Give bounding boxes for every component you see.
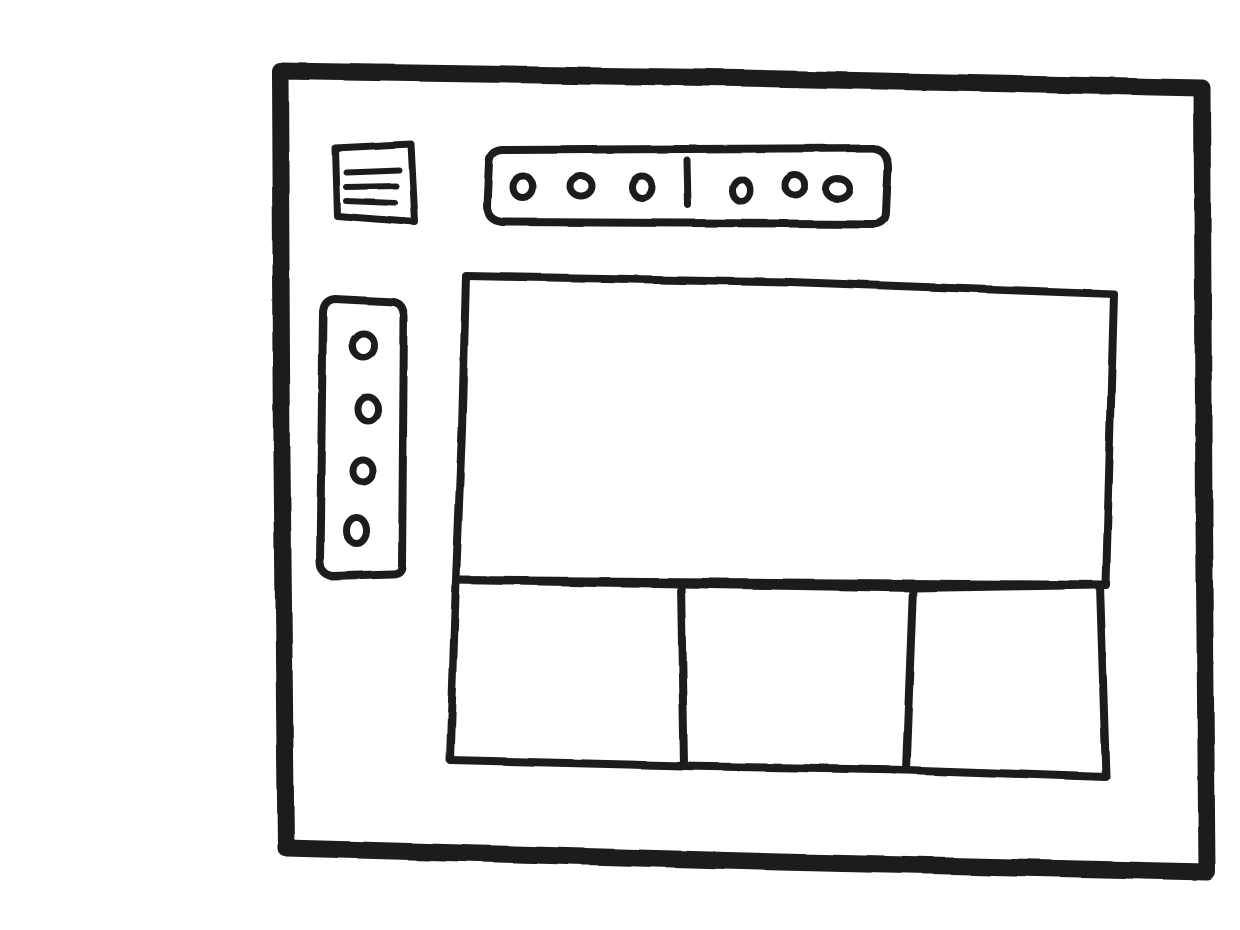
toolbar-divider: [683, 156, 692, 209]
menu-button[interactable]: [331, 140, 419, 226]
wireframe-sketch: [271, 62, 1216, 881]
side-toolbar: [316, 295, 408, 580]
menu-button-frame: [331, 140, 419, 226]
top-toolbar: [483, 144, 892, 228]
